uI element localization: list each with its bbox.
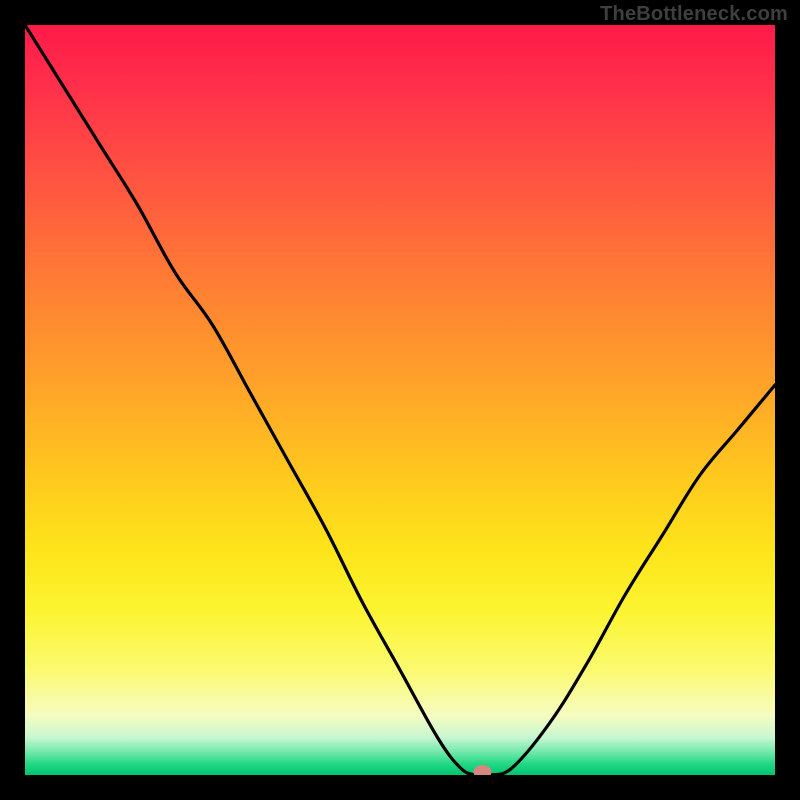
plot-area: [25, 25, 775, 775]
heatmap-background: [25, 25, 775, 775]
watermark-text: TheBottleneck.com: [600, 3, 788, 26]
chart-frame: TheBottleneck.com: [0, 0, 800, 800]
